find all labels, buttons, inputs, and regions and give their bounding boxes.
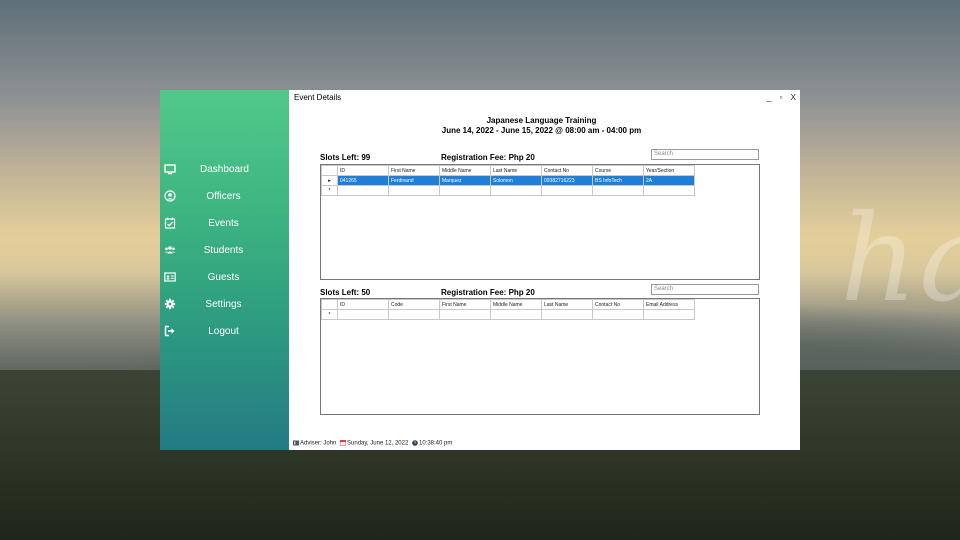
adviser-label: Adviser: John [300,440,337,447]
maximize-button[interactable]: ▫ [780,93,783,102]
students-grid[interactable]: ID First Name Middle Name Last Name Cont… [320,164,760,280]
guests-grid[interactable]: ID Code First Name Middle Name Last Name… [320,298,760,415]
column-header[interactable]: Contact No [592,299,644,310]
gear-icon [164,298,176,310]
sidebar-item-label: Students [203,245,244,256]
table-cell[interactable] [388,185,440,196]
time-label: 10:38:40 pm [418,440,453,447]
sidebar-item-label: Logout [208,326,239,337]
table-cell[interactable] [592,185,644,196]
row-header-corner [321,299,338,310]
calendar-icon [340,440,347,446]
table-cell[interactable] [337,309,389,320]
column-header[interactable]: Last Name [541,299,593,310]
column-header[interactable]: Last Name [490,165,542,176]
event-header: Japanese Language Training June 14, 2022… [289,116,794,136]
sidebar-item-label: Events [208,218,239,229]
new-row[interactable]: * [321,185,695,196]
guests-slots-left: Slots Left: 50 [320,288,371,297]
adviser-icon [293,440,299,446]
sidebar: Dashboard Officers Events Students Guest… [160,90,289,450]
table-cell[interactable]: BS InfoTech [592,175,644,186]
table-cell[interactable] [337,185,389,196]
column-header[interactable]: Contact No [541,165,593,176]
new-row-marker: * [321,309,338,320]
table-cell[interactable] [643,309,695,320]
sidebar-item-settings[interactable]: Settings [160,295,289,315]
user-circle-icon [164,190,176,202]
table-cell[interactable] [439,185,491,196]
table-cell[interactable] [643,185,695,196]
column-header[interactable]: ID [337,299,389,310]
sidebar-item-label: Dashboard [200,164,249,175]
table-cell[interactable]: Ferdinand [388,175,440,186]
column-header[interactable]: Course [592,165,644,176]
new-row-marker: * [321,185,338,196]
students-slots-left: Slots Left: 99 [320,153,371,162]
students-search-input[interactable]: Search [651,149,759,160]
column-header[interactable]: First Name [388,165,440,176]
window-title: Event Details [294,93,342,102]
sidebar-item-label: Settings [205,299,242,310]
table-cell[interactable] [490,185,542,196]
window-controls: _ ▫ X [761,93,796,102]
close-button[interactable]: X [791,93,796,102]
column-header[interactable]: Middle Name [490,299,542,310]
logout-icon [164,325,175,337]
sidebar-item-guests[interactable]: Guests [160,268,289,288]
students-registration-fee: Registration Fee: Php 20 [441,153,535,162]
column-header[interactable]: Year/Section [643,165,695,176]
event-name: Japanese Language Training [486,116,597,125]
guests-search-input[interactable]: Search [651,284,759,295]
sidebar-item-label: Guests [207,272,240,283]
sidebar-item-students[interactable]: Students [160,241,289,261]
column-header[interactable]: Middle Name [439,165,491,176]
table-cell[interactable] [439,309,491,320]
column-header[interactable]: First Name [439,299,491,310]
table-cell[interactable] [388,309,440,320]
id-card-icon [164,272,176,282]
sidebar-item-events[interactable]: Events [160,214,289,234]
sidebar-item-label: Officers [206,191,241,202]
new-row[interactable]: * [321,309,695,320]
app-window: Dashboard Officers Events Students Guest… [160,90,800,450]
table-cell[interactable]: Solomon [490,175,542,186]
students-table: ID First Name Middle Name Last Name Cont… [321,165,695,196]
clock-icon [412,440,418,446]
table-cell[interactable] [541,185,593,196]
status-bar: Adviser: John Sunday, June 12, 2022 10:3… [291,440,452,447]
minimize-button[interactable]: _ [767,93,771,102]
guests-table: ID Code First Name Middle Name Last Name… [321,299,695,320]
row-header-corner [321,165,338,176]
table-cell[interactable] [490,309,542,320]
table-cell[interactable] [541,309,593,320]
column-header[interactable]: Code [388,299,440,310]
sidebar-item-officers[interactable]: Officers [160,187,289,207]
event-details-panel: Event Details _ ▫ X Japanese Language Tr… [289,90,800,450]
table-header-row: ID First Name Middle Name Last Name Cont… [321,165,695,176]
column-header[interactable]: ID [337,165,389,176]
date-label: Sunday, June 12, 2022 [347,440,409,447]
table-cell[interactable]: 09382716223 [541,175,593,186]
calendar-check-icon [164,217,176,229]
event-schedule: June 14, 2022 - June 15, 2022 @ 08:00 am… [441,126,642,135]
monitor-icon [164,164,176,175]
row-selector[interactable]: ▸ [321,175,338,186]
column-header[interactable]: Email Address [643,299,695,310]
table-cell[interactable] [592,309,644,320]
users-icon [164,246,176,254]
guests-registration-fee: Registration Fee: Php 20 [441,288,535,297]
sidebar-item-logout[interactable]: Logout [160,322,289,342]
table-cell[interactable]: 2A [643,175,695,186]
table-header-row: ID Code First Name Middle Name Last Name… [321,299,695,310]
sidebar-item-dashboard[interactable]: Dashboard [160,160,289,180]
table-cell[interactable]: 041265 [337,175,389,186]
table-cell[interactable]: Marquez [439,175,491,186]
table-row[interactable]: ▸ 041265 Ferdinand Marquez Solomon 09382… [321,175,695,186]
